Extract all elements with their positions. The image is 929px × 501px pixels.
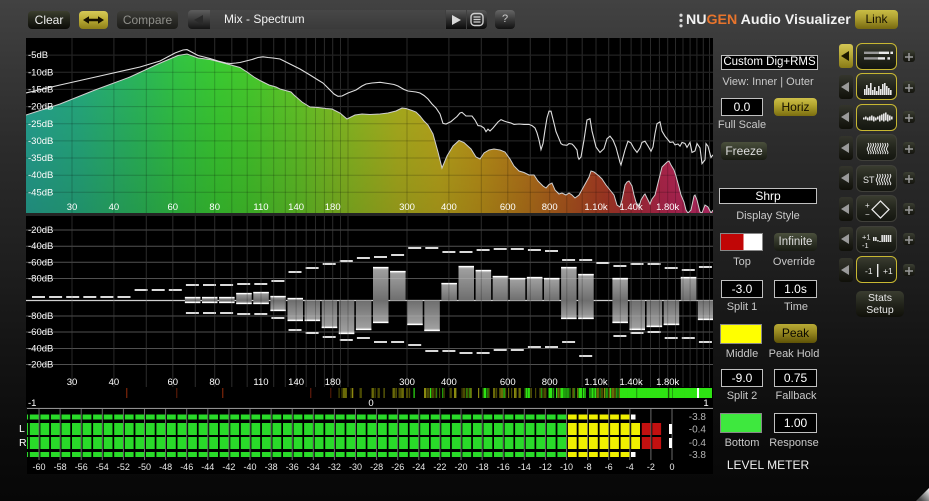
- svg-text:-20dB: -20dB: [28, 102, 53, 113]
- svg-text:80: 80: [209, 377, 220, 388]
- svg-text:1: 1: [703, 398, 708, 407]
- svg-text:-60dB: -60dB: [28, 257, 53, 268]
- svg-text:1.40k: 1.40k: [619, 377, 642, 388]
- svg-text:110: 110: [253, 202, 268, 213]
- svg-text:-46: -46: [180, 462, 193, 472]
- svg-text:-32: -32: [328, 462, 341, 472]
- svg-text:110: 110: [253, 377, 268, 388]
- svg-text:400: 400: [441, 377, 457, 388]
- svg-text:600: 600: [500, 377, 516, 388]
- svg-text:180: 180: [325, 377, 341, 388]
- svg-text:1.10k: 1.10k: [584, 377, 607, 388]
- svg-text:-20dB: -20dB: [28, 360, 53, 371]
- svg-text:60: 60: [168, 202, 179, 213]
- svg-text:-42: -42: [222, 462, 235, 472]
- svg-text:-1: -1: [28, 398, 36, 407]
- svg-text:-15dB: -15dB: [28, 84, 53, 95]
- svg-text:-20dB: -20dB: [28, 225, 53, 236]
- svg-text:-35dB: -35dB: [28, 153, 53, 164]
- svg-text:40: 40: [109, 377, 120, 388]
- svg-text:-44: -44: [201, 462, 214, 472]
- svg-text:-22: -22: [433, 462, 446, 472]
- svg-text:-16: -16: [497, 462, 510, 472]
- svg-text:1.10k: 1.10k: [584, 202, 607, 213]
- svg-text:-40dB: -40dB: [28, 170, 53, 181]
- svg-text:ST: ST: [863, 175, 875, 185]
- svg-text:-30: -30: [349, 462, 362, 472]
- svg-text:1.80k: 1.80k: [656, 202, 679, 213]
- svg-text:-25dB: -25dB: [28, 119, 53, 130]
- svg-text:-5dB: -5dB: [28, 50, 48, 61]
- svg-text:-0.4: -0.4: [689, 438, 707, 449]
- svg-text:-34: -34: [307, 462, 320, 472]
- svg-text:800: 800: [542, 377, 558, 388]
- svg-text:-24: -24: [412, 462, 425, 472]
- svg-text:-10dB: -10dB: [28, 67, 53, 78]
- svg-text:-2: -2: [647, 462, 655, 472]
- svg-text:40: 40: [109, 202, 120, 213]
- svg-text:180: 180: [325, 202, 341, 213]
- svg-text:-38: -38: [265, 462, 278, 472]
- svg-text:60: 60: [168, 377, 179, 388]
- svg-text:-40dB: -40dB: [28, 344, 53, 355]
- svg-text:-1: -1: [865, 266, 873, 276]
- svg-text:-50: -50: [138, 462, 151, 472]
- svg-text:-40dB: -40dB: [28, 241, 53, 252]
- svg-text:140: 140: [288, 377, 304, 388]
- svg-text:−: −: [865, 210, 870, 219]
- svg-text:400: 400: [441, 202, 457, 213]
- svg-text:300: 300: [399, 377, 415, 388]
- svg-text:-8: -8: [584, 462, 592, 472]
- svg-text:-28: -28: [370, 462, 383, 472]
- svg-text:-52: -52: [117, 462, 130, 472]
- svg-text:-0.4: -0.4: [689, 425, 707, 436]
- svg-text:-6: -6: [605, 462, 613, 472]
- svg-text:-10: -10: [560, 462, 573, 472]
- svg-text:-56: -56: [75, 462, 88, 472]
- svg-text:-30dB: -30dB: [28, 136, 53, 147]
- svg-text:-60: -60: [32, 462, 45, 472]
- svg-text:-48: -48: [159, 462, 172, 472]
- svg-text:0: 0: [669, 462, 674, 472]
- svg-text:-4: -4: [626, 462, 634, 472]
- svg-text:-20: -20: [454, 462, 467, 472]
- svg-text:-54: -54: [96, 462, 109, 472]
- svg-text:-26: -26: [391, 462, 404, 472]
- svg-text:+: +: [865, 201, 870, 210]
- svg-text:30: 30: [67, 202, 78, 213]
- svg-text:140: 140: [288, 202, 304, 213]
- svg-text:-3.8: -3.8: [689, 412, 707, 423]
- svg-text:-58: -58: [54, 462, 67, 472]
- svg-text:1.40k: 1.40k: [619, 202, 642, 213]
- svg-text:-14: -14: [518, 462, 531, 472]
- svg-text:30: 30: [67, 377, 78, 388]
- svg-text:-18: -18: [476, 462, 489, 472]
- svg-text:-45dB: -45dB: [28, 187, 53, 198]
- svg-text:80: 80: [209, 202, 220, 213]
- svg-text:300: 300: [399, 202, 415, 213]
- svg-text:800: 800: [542, 202, 558, 213]
- svg-text:0: 0: [368, 398, 373, 407]
- svg-text:-12: -12: [539, 462, 552, 472]
- svg-text:-3.8: -3.8: [689, 450, 707, 461]
- svg-text:-36: -36: [286, 462, 299, 472]
- svg-text:+1: +1: [883, 266, 893, 276]
- svg-text:-80dB: -80dB: [28, 311, 53, 322]
- svg-text:-60dB: -60dB: [28, 327, 53, 338]
- svg-text:-80dB: -80dB: [28, 274, 53, 285]
- svg-text:600: 600: [500, 202, 516, 213]
- svg-text:1.80k: 1.80k: [656, 377, 679, 388]
- svg-text:-40: -40: [243, 462, 256, 472]
- svg-text:-1: -1: [862, 241, 869, 250]
